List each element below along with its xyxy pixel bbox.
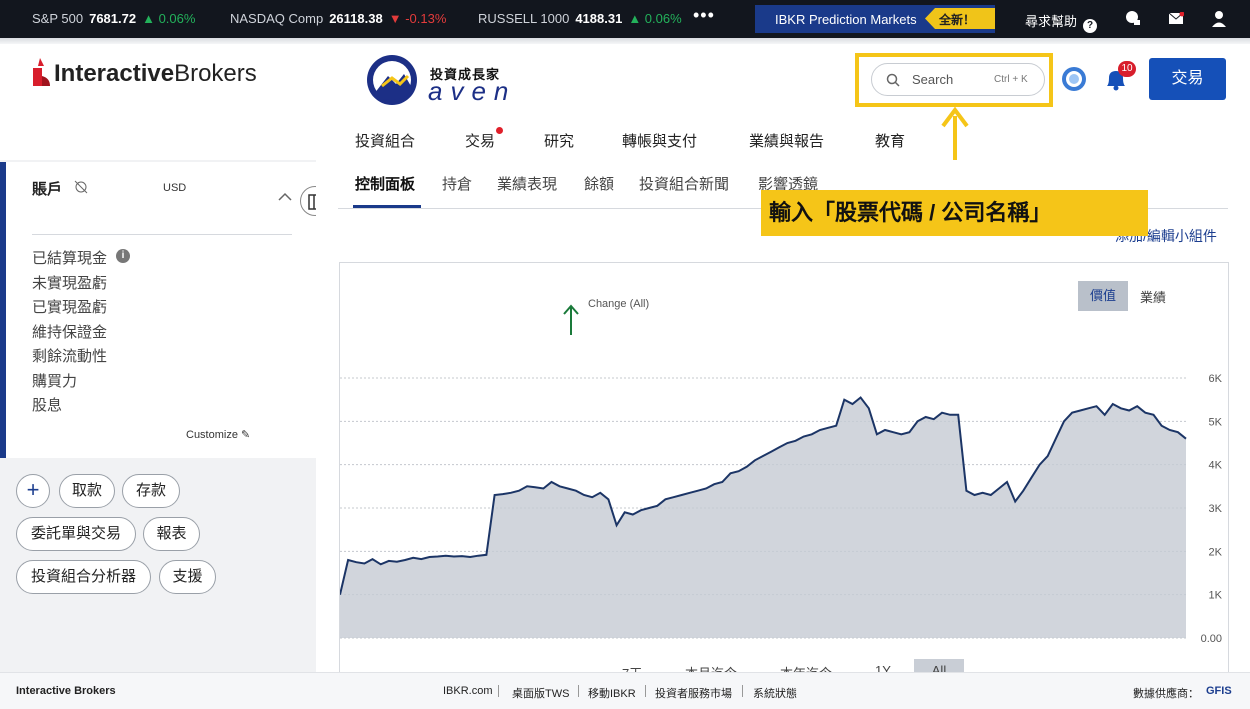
add-button[interactable]: + — [16, 474, 50, 508]
account-currency[interactable]: USD — [163, 182, 186, 194]
chevron-up-icon[interactable] — [278, 192, 292, 202]
support-button[interactable]: 支援 — [159, 560, 216, 594]
account-title: 賬戶 — [32, 181, 63, 198]
change-label: Change (All) — [588, 298, 650, 310]
row-excess-liquidity: 剩餘流動性 — [32, 348, 108, 365]
market-ticker-bar: S&P 500 7681.72 ▲ 0.06% NASDAQ Comp 26118.3… — [0, 0, 1250, 38]
ticker-name: RUSSELL 1000 — [478, 11, 570, 26]
ticker-value: 26118.38 — [329, 11, 383, 26]
user-icon[interactable] — [1211, 10, 1227, 28]
assistant-icon[interactable] — [1060, 65, 1088, 93]
search-instruction-callout: 輸入「股票代碼 / 公司名稱」 — [761, 190, 1148, 236]
nav-portfolio[interactable]: 投資組合 — [355, 130, 415, 151]
performance-toggle[interactable]: 業績 — [1140, 287, 1166, 306]
footer: Interactive Brokers IBKR.com 桌面版TWS 移動IB… — [0, 672, 1250, 709]
nav-trade[interactable]: 交易 — [465, 130, 495, 151]
footer-link-system-status[interactable]: 系統狀態 — [753, 685, 797, 701]
ticker-name: S&P 500 — [32, 11, 84, 26]
help-icon: ? — [1083, 19, 1098, 33]
y-tick-label: 5K — [1209, 416, 1223, 428]
nav-education[interactable]: 教育 — [875, 130, 905, 151]
row-dividends: 股息 — [32, 397, 63, 414]
aven-wordmark: aven — [428, 76, 517, 106]
footer-link-mobile[interactable]: 移動IBKR — [588, 685, 636, 701]
account-summary-card: 賬戶 USD 已結算現金 i 未實現盈虧 已實現盈虧 維持保證金 剩餘流動性 購… — [0, 162, 316, 458]
logo-text: Brokers — [174, 60, 257, 87]
divider — [742, 685, 743, 697]
row-realized-pnl: 已實現盈虧 — [32, 299, 108, 316]
help-label: 尋求幫助 — [1025, 14, 1078, 29]
customize-link[interactable]: Customize ✎ — [186, 428, 250, 441]
ticker-change: ▲ 0.06% — [628, 11, 682, 26]
y-tick-label: 4K — [1209, 460, 1223, 472]
row-maintenance-margin: 維持保證金 — [32, 324, 108, 341]
prediction-markets-banner[interactable]: IBKR Prediction Markets 全新！ — [755, 5, 995, 33]
deposit-button[interactable]: 存款 — [122, 474, 180, 508]
eye-off-icon[interactable] — [74, 180, 88, 194]
reports-button[interactable]: 報表 — [143, 517, 200, 551]
row-buying-power: 購買力 — [32, 373, 78, 390]
ticker-item[interactable]: RUSSELL 1000 4188.31 ▲ 0.06% — [478, 11, 682, 26]
pencil-icon: ✎ — [241, 429, 251, 441]
orders-trades-button[interactable]: 委託單與交易 — [16, 517, 136, 551]
tab-balances[interactable]: 餘額 — [584, 173, 614, 194]
y-tick-label: 0.00 — [1201, 633, 1222, 645]
trade-notification-dot — [496, 127, 503, 134]
logo-text-bold: Interactive — [54, 60, 175, 87]
tab-portfolio-news[interactable]: 投資組合新聞 — [639, 173, 729, 194]
ticker-value: 4188.31 — [575, 11, 623, 26]
divider — [32, 234, 292, 235]
ib-logo-mark — [33, 58, 50, 86]
ib-logo[interactable]: InteractiveBrokers — [30, 58, 257, 88]
footer-link-investor-marketplace[interactable]: 投資者服務市場 — [655, 685, 732, 701]
nav-performance-reports[interactable]: 業績與報告 — [749, 130, 824, 151]
tab-dashboard[interactable]: 控制面板 — [355, 173, 415, 194]
arrow-up-icon — [563, 304, 579, 335]
prediction-markets-label: IBKR Prediction Markets — [775, 12, 917, 27]
footer-link-ibkr[interactable]: IBKR.com — [443, 685, 493, 697]
withdraw-button[interactable]: 取款 — [59, 474, 115, 508]
row-settled-cash: 已結算現金 — [32, 250, 108, 267]
search-highlight-box — [855, 53, 1053, 107]
gfis-logo: GFIS — [1206, 685, 1232, 697]
trade-button[interactable]: 交易 — [1149, 58, 1226, 100]
more-icon[interactable]: ••• — [693, 5, 715, 26]
portfolio-value-chart-card: 0.001K2K3K4K5K6K Change (All) 價值 業績 7天 本… — [339, 262, 1229, 683]
nav-transfer-pay[interactable]: 轉帳與支付 — [622, 130, 697, 151]
y-tick-label: 2K — [1209, 546, 1223, 558]
ticker-change: ▼ -0.13% — [388, 11, 447, 26]
y-tick-label: 1K — [1209, 590, 1223, 602]
divider — [498, 685, 499, 697]
ticker-item[interactable]: NASDAQ Comp 26118.38 ▼ -0.13% — [230, 11, 446, 26]
ticker-name: NASDAQ Comp — [230, 11, 324, 26]
mail-icon[interactable] — [1168, 12, 1184, 26]
nav-research[interactable]: 研究 — [544, 130, 574, 151]
footer-brand: Interactive Brokers — [16, 685, 116, 697]
tab-positions[interactable]: 持倉 — [442, 173, 472, 194]
portfolio-chart: 0.00 1K 2K 3K 4K 5K 6K — [340, 373, 1223, 645]
divider — [578, 685, 579, 697]
active-tab-indicator — [353, 205, 421, 208]
value-toggle[interactable]: 價值 — [1078, 281, 1128, 311]
ticker-change: ▲ 0.06% — [142, 11, 196, 26]
chat-icon[interactable] — [1125, 10, 1141, 28]
ticker-item[interactable]: S&P 500 7681.72 ▲ 0.06% — [32, 11, 195, 26]
ticker-value: 7681.72 — [89, 11, 137, 26]
row-unrealized-pnl: 未實現盈虧 — [32, 275, 108, 292]
aven-mountain-logo — [367, 55, 417, 105]
notification-count-badge: 10 — [1118, 61, 1136, 77]
new-badge: 全新！ — [925, 8, 995, 29]
portfolio-analyzer-button[interactable]: 投資組合分析器 — [16, 560, 151, 594]
divider — [645, 685, 646, 697]
data-provider-label: 數據供應商： — [1133, 688, 1199, 700]
y-tick-label: 6K — [1209, 373, 1223, 385]
tab-performance[interactable]: 業績表現 — [497, 173, 557, 194]
y-tick-label: 3K — [1209, 503, 1223, 515]
footer-link-tws[interactable]: 桌面版TWS — [512, 685, 569, 701]
customize-label: Customize — [186, 429, 238, 441]
help-link[interactable]: 尋求幫助? — [1025, 11, 1098, 33]
info-icon[interactable]: i — [116, 249, 130, 263]
